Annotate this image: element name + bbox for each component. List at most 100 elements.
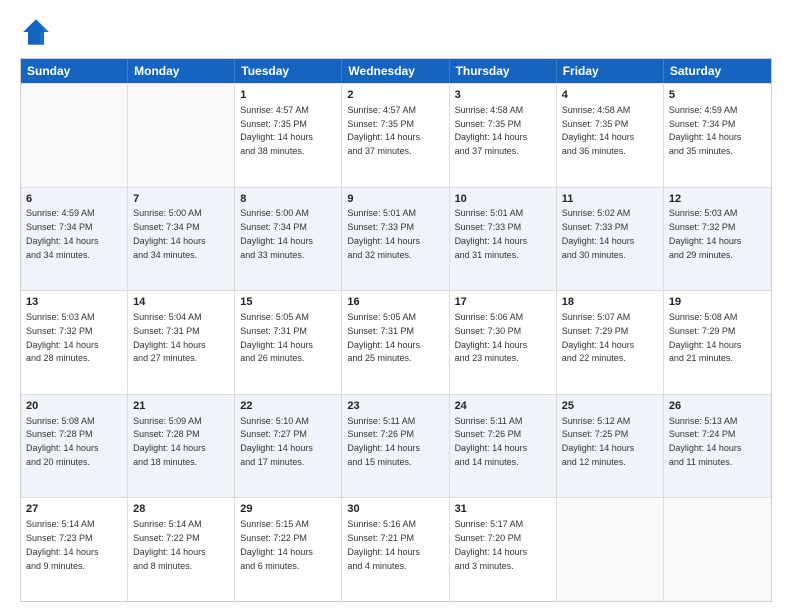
day-number: 24 — [455, 399, 551, 414]
day-info: Sunrise: 5:02 AM Sunset: 7:33 PM Dayligh… — [562, 208, 635, 259]
day-info: Sunrise: 5:04 AM Sunset: 7:31 PM Dayligh… — [133, 312, 206, 363]
day-number: 18 — [562, 295, 658, 310]
day-info: Sunrise: 5:06 AM Sunset: 7:30 PM Dayligh… — [455, 312, 528, 363]
day-info: Sunrise: 5:17 AM Sunset: 7:20 PM Dayligh… — [455, 519, 528, 570]
calendar-header-cell: Saturday — [664, 59, 771, 83]
calendar-row: 20 Sunrise: 5:08 AM Sunset: 7:28 PM Dayli… — [21, 394, 771, 498]
calendar-cell: 10Sunrise: 5:01 AM Sunset: 7:33 PM Dayli… — [450, 188, 557, 291]
calendar-row: 1 Sunrise: 4:57 AM Sunset: 7:35 PM Daylig… — [21, 83, 771, 187]
calendar-cell: 23 Sunrise: 5:11 AM Sunset: 7:26 PM Dayli… — [342, 395, 449, 498]
day-number: 26 — [669, 399, 766, 414]
day-info: Sunrise: 5:14 AM Sunset: 7:23 PM Dayligh… — [26, 519, 99, 570]
day-info: Sunrise: 5:05 AM Sunset: 7:31 PM Dayligh… — [347, 312, 420, 363]
logo — [20, 16, 58, 48]
day-number: 6 — [26, 192, 122, 207]
calendar-header-cell: Sunday — [21, 59, 128, 83]
day-number: 11 — [562, 192, 658, 207]
day-number: 7 — [133, 192, 229, 207]
calendar-cell: 9Sunrise: 5:01 AM Sunset: 7:33 PM Daylig… — [342, 188, 449, 291]
day-number: 14 — [133, 295, 229, 310]
day-info: Sunrise: 5:05 AM Sunset: 7:31 PM Dayligh… — [240, 312, 313, 363]
day-info: Sunrise: 5:08 AM Sunset: 7:28 PM Dayligh… — [26, 416, 99, 467]
calendar-header-cell: Monday — [128, 59, 235, 83]
day-info: Sunrise: 4:58 AM Sunset: 7:35 PM Dayligh… — [562, 105, 635, 156]
day-info: Sunrise: 5:12 AM Sunset: 7:25 PM Dayligh… — [562, 416, 635, 467]
calendar-cell: 5 Sunrise: 4:59 AM Sunset: 7:34 PM Daylig… — [664, 84, 771, 187]
calendar-header-cell: Tuesday — [235, 59, 342, 83]
day-number: 22 — [240, 399, 336, 414]
day-number: 9 — [347, 192, 443, 207]
calendar-cell: 22 Sunrise: 5:10 AM Sunset: 7:27 PM Dayli… — [235, 395, 342, 498]
day-info: Sunrise: 5:11 AM Sunset: 7:26 PM Dayligh… — [455, 416, 528, 467]
calendar-body: 1 Sunrise: 4:57 AM Sunset: 7:35 PM Daylig… — [21, 83, 771, 601]
calendar-cell: 15 Sunrise: 5:05 AM Sunset: 7:31 PM Dayli… — [235, 291, 342, 394]
calendar-cell: 2 Sunrise: 4:57 AM Sunset: 7:35 PM Daylig… — [342, 84, 449, 187]
calendar-cell: 3Sunrise: 4:58 AM Sunset: 7:35 PM Daylig… — [450, 84, 557, 187]
calendar-cell: 13Sunrise: 5:03 AM Sunset: 7:32 PM Dayli… — [21, 291, 128, 394]
day-number: 4 — [562, 88, 658, 103]
calendar-row: 13Sunrise: 5:03 AM Sunset: 7:32 PM Dayli… — [21, 290, 771, 394]
calendar-cell — [664, 498, 771, 601]
calendar-cell — [21, 84, 128, 187]
calendar-cell: 24 Sunrise: 5:11 AM Sunset: 7:26 PM Dayli… — [450, 395, 557, 498]
day-number: 12 — [669, 192, 766, 207]
day-number: 1 — [240, 88, 336, 103]
day-number: 13 — [26, 295, 122, 310]
calendar-cell: 8Sunrise: 5:00 AM Sunset: 7:34 PM Daylig… — [235, 188, 342, 291]
calendar-cell: 1 Sunrise: 4:57 AM Sunset: 7:35 PM Daylig… — [235, 84, 342, 187]
calendar-cell: 20 Sunrise: 5:08 AM Sunset: 7:28 PM Dayli… — [21, 395, 128, 498]
calendar-cell: 28Sunrise: 5:14 AM Sunset: 7:22 PM Dayli… — [128, 498, 235, 601]
calendar-cell: 19Sunrise: 5:08 AM Sunset: 7:29 PM Dayli… — [664, 291, 771, 394]
calendar-cell: 21 Sunrise: 5:09 AM Sunset: 7:28 PM Dayli… — [128, 395, 235, 498]
calendar-header: SundayMondayTuesdayWednesdayThursdayFrid… — [21, 59, 771, 83]
day-info: Sunrise: 5:01 AM Sunset: 7:33 PM Dayligh… — [347, 208, 420, 259]
day-number: 15 — [240, 295, 336, 310]
day-info: Sunrise: 5:00 AM Sunset: 7:34 PM Dayligh… — [240, 208, 313, 259]
calendar-cell: 11Sunrise: 5:02 AM Sunset: 7:33 PM Dayli… — [557, 188, 664, 291]
day-info: Sunrise: 4:59 AM Sunset: 7:34 PM Dayligh… — [669, 105, 742, 156]
day-number: 28 — [133, 502, 229, 517]
day-info: Sunrise: 5:07 AM Sunset: 7:29 PM Dayligh… — [562, 312, 635, 363]
calendar-cell: 17 Sunrise: 5:06 AM Sunset: 7:30 PM Dayli… — [450, 291, 557, 394]
calendar-cell: 6Sunrise: 4:59 AM Sunset: 7:34 PM Daylig… — [21, 188, 128, 291]
day-number: 27 — [26, 502, 122, 517]
calendar-cell: 16 Sunrise: 5:05 AM Sunset: 7:31 PM Dayli… — [342, 291, 449, 394]
day-info: Sunrise: 4:57 AM Sunset: 7:35 PM Dayligh… — [347, 105, 420, 156]
day-info: Sunrise: 5:11 AM Sunset: 7:26 PM Dayligh… — [347, 416, 420, 467]
calendar-header-cell: Wednesday — [342, 59, 449, 83]
day-number: 17 — [455, 295, 551, 310]
day-info: Sunrise: 4:57 AM Sunset: 7:35 PM Dayligh… — [240, 105, 313, 156]
day-number: 23 — [347, 399, 443, 414]
calendar-header-cell: Thursday — [450, 59, 557, 83]
day-info: Sunrise: 5:10 AM Sunset: 7:27 PM Dayligh… — [240, 416, 313, 467]
calendar-cell: 30Sunrise: 5:16 AM Sunset: 7:21 PM Dayli… — [342, 498, 449, 601]
day-number: 30 — [347, 502, 443, 517]
calendar-header-cell: Friday — [557, 59, 664, 83]
day-number: 16 — [347, 295, 443, 310]
calendar-cell: 26 Sunrise: 5:13 AM Sunset: 7:24 PM Dayli… — [664, 395, 771, 498]
calendar-row: 27 Sunrise: 5:14 AM Sunset: 7:23 PM Dayli… — [21, 497, 771, 601]
calendar-cell: 12Sunrise: 5:03 AM Sunset: 7:32 PM Dayli… — [664, 188, 771, 291]
day-number: 31 — [455, 502, 551, 517]
day-info: Sunrise: 5:01 AM Sunset: 7:33 PM Dayligh… — [455, 208, 528, 259]
day-info: Sunrise: 4:59 AM Sunset: 7:34 PM Dayligh… — [26, 208, 99, 259]
calendar-cell — [557, 498, 664, 601]
calendar-cell: 18 Sunrise: 5:07 AM Sunset: 7:29 PM Dayli… — [557, 291, 664, 394]
day-number: 21 — [133, 399, 229, 414]
calendar: SundayMondayTuesdayWednesdayThursdayFrid… — [20, 58, 772, 602]
page: SundayMondayTuesdayWednesdayThursdayFrid… — [0, 0, 792, 612]
calendar-cell: 7Sunrise: 5:00 AM Sunset: 7:34 PM Daylig… — [128, 188, 235, 291]
day-number: 29 — [240, 502, 336, 517]
calendar-cell: 25Sunrise: 5:12 AM Sunset: 7:25 PM Dayli… — [557, 395, 664, 498]
calendar-cell: 31 Sunrise: 5:17 AM Sunset: 7:20 PM Dayli… — [450, 498, 557, 601]
day-number: 20 — [26, 399, 122, 414]
day-number: 2 — [347, 88, 443, 103]
day-info: Sunrise: 5:03 AM Sunset: 7:32 PM Dayligh… — [669, 208, 742, 259]
calendar-cell: 14 Sunrise: 5:04 AM Sunset: 7:31 PM Dayli… — [128, 291, 235, 394]
day-info: Sunrise: 5:08 AM Sunset: 7:29 PM Dayligh… — [669, 312, 742, 363]
day-number: 5 — [669, 88, 766, 103]
calendar-row: 6Sunrise: 4:59 AM Sunset: 7:34 PM Daylig… — [21, 187, 771, 291]
day-info: Sunrise: 5:13 AM Sunset: 7:24 PM Dayligh… — [669, 416, 742, 467]
day-number: 8 — [240, 192, 336, 207]
day-info: Sunrise: 5:09 AM Sunset: 7:28 PM Dayligh… — [133, 416, 206, 467]
